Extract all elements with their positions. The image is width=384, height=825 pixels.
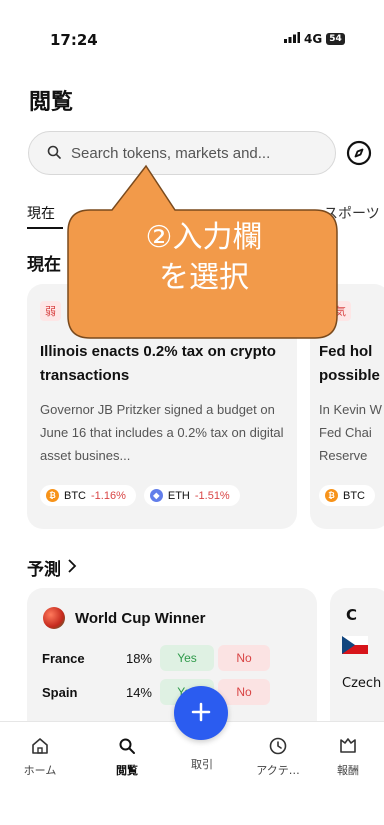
no-button[interactable]: No — [218, 645, 270, 671]
chevron-right-icon — [67, 558, 77, 578]
outcome-percent: 18% — [125, 650, 152, 666]
market-card[interactable]: C Czech — [330, 588, 384, 738]
nav-activity[interactable]: アクテ… — [248, 734, 308, 778]
search-icon — [47, 144, 61, 163]
outcome-name: France — [42, 650, 85, 666]
news-headline-line: possible — [319, 367, 380, 384]
news-headline: Illinois enacts 0.2% tax on crypto trans… — [40, 343, 276, 384]
status-indicators: 4G 54 — [284, 32, 345, 46]
news-body: Governor JB Pritzker signed a budget on … — [40, 402, 284, 463]
token-symbol: BTC — [343, 489, 365, 502]
tab-active-indicator — [27, 227, 63, 229]
token-symbol: BTC — [64, 489, 86, 502]
nav-label: 閲覧 — [116, 764, 138, 777]
world-cup-icon — [43, 607, 65, 629]
market-row: France 18% Yes No — [42, 645, 270, 671]
nav-trade[interactable]: 取引 — [172, 756, 232, 772]
battery-icon: 54 — [326, 33, 345, 45]
news-headline-line: Fed hol — [319, 343, 373, 360]
czech-flag-icon — [342, 636, 368, 654]
clock-icon — [248, 734, 308, 758]
nav-home[interactable]: ホーム — [10, 734, 70, 778]
news-card[interactable]: 弱気 Fed hol possible In Kevin W Fed Chai … — [310, 284, 384, 529]
bitcoin-icon: ₿ — [46, 489, 59, 502]
search-placeholder: Search tokens, markets and... — [71, 144, 271, 162]
gift-icon — [318, 734, 378, 758]
token-chip-eth[interactable]: ◆ ETH -1.51% — [143, 485, 240, 506]
market-header: World Cup Winner — [43, 607, 205, 629]
outcome-percent: 14% — [125, 684, 152, 700]
tab-current[interactable]: 現在 — [27, 203, 55, 223]
sentiment-badge: 弱気 — [319, 301, 351, 321]
token-change: -1.51% — [194, 489, 230, 502]
status-bar: 17:24 4G 54 — [0, 0, 384, 80]
home-icon — [10, 734, 70, 758]
search-input[interactable]: Search tokens, markets and... — [28, 131, 336, 175]
token-chip-btc[interactable]: ₿ BTC — [319, 485, 375, 506]
news-headline: Fed hol possible — [319, 340, 380, 388]
plus-icon — [190, 696, 212, 731]
news-card[interactable]: 弱 Illinois enacts 0.2% tax on crypto tra… — [27, 284, 297, 529]
sentiment-badge: 弱 — [40, 301, 61, 321]
market-row: Spain 14% Yes No — [42, 679, 270, 705]
page-title: 閲覧 — [29, 90, 74, 115]
nav-label: 報酬 — [337, 764, 359, 777]
news-body: In Kevin W Fed Chai Reserve — [319, 398, 382, 467]
yes-button[interactable]: Yes — [160, 645, 214, 671]
compass-icon[interactable] — [345, 139, 373, 167]
outcome-name: Spain — [42, 684, 78, 700]
news-body-line: Fed Chai — [319, 425, 372, 440]
predictions-label: 予測 — [27, 560, 61, 580]
ethereum-icon: ◆ — [149, 489, 163, 502]
section-title-now: 現在 — [27, 255, 61, 275]
network-label: 4G — [304, 32, 323, 46]
market-title: C — [346, 606, 358, 624]
market-title: World Cup Winner — [75, 609, 206, 627]
bitcoin-icon: ₿ — [325, 489, 338, 502]
outcome-name: Czech — [342, 676, 382, 691]
nav-browse[interactable]: 閲覧 — [97, 734, 157, 778]
token-chip-btc[interactable]: ₿ BTC -1.16% — [40, 485, 136, 506]
callout-line: を選択 — [159, 260, 249, 295]
token-chips: ₿ BTC -1.16% ◆ ETH -1.51% — [40, 485, 240, 506]
nav-rewards[interactable]: 報酬 — [318, 734, 378, 778]
callout-text: ②入力欄 を選択 — [78, 218, 330, 298]
no-button[interactable]: No — [218, 679, 270, 705]
nav-label: 取引 — [191, 758, 213, 771]
token-change: -1.16% — [91, 489, 126, 502]
status-time: 17:24 — [50, 31, 98, 49]
token-chips: ₿ BTC — [319, 485, 375, 506]
news-body-line: Reserve — [319, 448, 368, 463]
tab-sports[interactable]: スポーツ — [324, 203, 380, 223]
callout-line: ②入力欄 — [145, 220, 263, 255]
market-card[interactable]: World Cup Winner France 18% Yes No Spain… — [27, 588, 317, 738]
trade-fab-button[interactable] — [174, 686, 228, 740]
search-icon — [97, 734, 157, 758]
section-title-predictions[interactable]: 予測 — [27, 555, 77, 580]
news-body-line: In Kevin W — [319, 402, 382, 417]
nav-label: ホーム — [23, 764, 57, 777]
nav-label: アクテ… — [256, 764, 300, 777]
token-symbol: ETH — [167, 489, 190, 502]
signal-icon — [284, 32, 300, 46]
